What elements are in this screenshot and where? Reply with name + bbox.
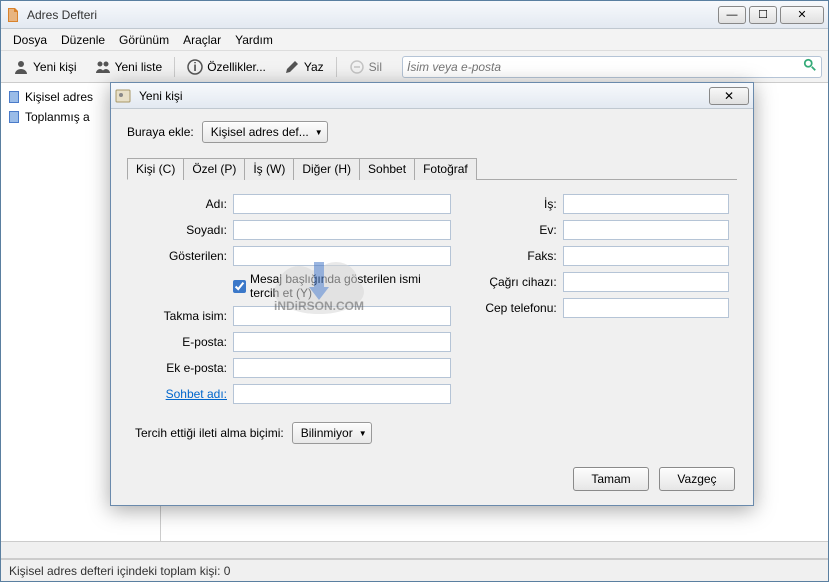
pager-field[interactable] bbox=[563, 272, 729, 292]
window-controls: — ☐ ✕ bbox=[718, 6, 824, 24]
svg-text:i: i bbox=[194, 60, 197, 74]
pager-label: Çağrı cihazı: bbox=[471, 275, 557, 289]
separator bbox=[174, 57, 175, 77]
sidebar-item-label: Toplanmış a bbox=[25, 110, 90, 124]
menu-view[interactable]: Görünüm bbox=[113, 31, 175, 49]
dialog-body: Buraya ekle: Kişisel adres def... ▼ Kişi… bbox=[111, 109, 753, 456]
person-icon bbox=[13, 59, 29, 75]
minimize-button[interactable]: — bbox=[718, 6, 746, 24]
new-list-label: Yeni liste bbox=[115, 60, 163, 74]
properties-label: Özellikler... bbox=[207, 60, 266, 74]
prefer-display-row: Mesaj başlığında gösterilen ismi tercih … bbox=[233, 272, 451, 300]
ok-button[interactable]: Tamam bbox=[573, 467, 649, 491]
status-text: Kişisel adres defteri içindeki toplam ki… bbox=[9, 564, 230, 578]
dialog-title: Yeni kişi bbox=[139, 89, 709, 103]
email-field[interactable] bbox=[233, 332, 451, 352]
delete-label: Sil bbox=[369, 60, 382, 74]
delete-button[interactable]: Sil bbox=[343, 57, 388, 77]
add-to-label: Buraya ekle: bbox=[127, 125, 194, 139]
separator bbox=[336, 57, 337, 77]
tab-private[interactable]: Özel (P) bbox=[183, 158, 245, 180]
statusbar: Kişisel adres defteri içindeki toplam ki… bbox=[1, 559, 828, 581]
add-to-dropdown[interactable]: Kişisel adres def... ▼ bbox=[202, 121, 328, 143]
left-column: Adı: Soyadı: Gösterilen: Mesaj başlığınd… bbox=[135, 194, 451, 404]
delete-icon bbox=[349, 59, 365, 75]
right-column: İş: Ev: Faks: Çağrı cihazı: Cep telefonu… bbox=[471, 194, 729, 404]
search-icon[interactable] bbox=[803, 58, 817, 75]
search-input[interactable] bbox=[407, 60, 803, 74]
pencil-icon bbox=[284, 59, 300, 75]
book-icon bbox=[7, 90, 21, 104]
search-box[interactable] bbox=[402, 56, 822, 78]
email-label: E-posta: bbox=[135, 335, 227, 349]
pane-divider[interactable] bbox=[1, 541, 828, 559]
tabs: Kişi (C) Özel (P) İş (W) Diğer (H) Sohbe… bbox=[127, 157, 737, 180]
app-icon bbox=[5, 7, 21, 23]
book-icon bbox=[7, 110, 21, 124]
menu-edit[interactable]: Düzenle bbox=[55, 31, 111, 49]
info-icon: i bbox=[187, 59, 203, 75]
prefer-display-checkbox[interactable] bbox=[233, 280, 246, 293]
new-list-button[interactable]: Yeni liste bbox=[89, 57, 169, 77]
mobile-field[interactable] bbox=[563, 298, 729, 318]
write-button[interactable]: Yaz bbox=[278, 57, 330, 77]
cancel-button[interactable]: Vazgeç bbox=[659, 467, 735, 491]
format-dropdown[interactable]: Bilinmiyor ▼ bbox=[292, 422, 372, 444]
first-name-field[interactable] bbox=[233, 194, 451, 214]
mobile-label: Cep telefonu: bbox=[471, 301, 557, 315]
fax-field[interactable] bbox=[563, 246, 729, 266]
menu-file[interactable]: Dosya bbox=[7, 31, 53, 49]
contact-icon bbox=[115, 88, 131, 104]
first-name-label: Adı: bbox=[135, 197, 227, 211]
tab-chat[interactable]: Sohbet bbox=[359, 158, 415, 180]
home-phone-label: Ev: bbox=[471, 223, 557, 237]
form-area: Adı: Soyadı: Gösterilen: Mesaj başlığınd… bbox=[127, 180, 737, 412]
menu-help[interactable]: Yardım bbox=[229, 31, 279, 49]
menubar: Dosya Düzenle Görünüm Araçlar Yardım bbox=[1, 29, 828, 51]
close-button[interactable]: ✕ bbox=[780, 6, 824, 24]
people-icon bbox=[95, 59, 111, 75]
dialog-buttons: Tamam Vazgeç bbox=[573, 467, 735, 491]
tab-contact[interactable]: Kişi (C) bbox=[127, 158, 184, 180]
nickname-label: Takma isim: bbox=[135, 309, 227, 323]
dialog-titlebar: Yeni kişi ✕ bbox=[111, 83, 753, 109]
work-phone-field[interactable] bbox=[563, 194, 729, 214]
last-name-label: Soyadı: bbox=[135, 223, 227, 237]
new-contact-dialog: Yeni kişi ✕ Buraya ekle: Kişisel adres d… bbox=[110, 82, 754, 506]
sidebar-item-label: Kişisel adres bbox=[25, 90, 93, 104]
format-row: Tercih ettiği ileti alma biçimi: Bilinmi… bbox=[135, 422, 737, 444]
toolbar: Yeni kişi Yeni liste i Özellikler... Yaz… bbox=[1, 51, 828, 83]
new-contact-label: Yeni kişi bbox=[33, 60, 77, 74]
tab-work[interactable]: İş (W) bbox=[244, 158, 294, 180]
new-contact-button[interactable]: Yeni kişi bbox=[7, 57, 83, 77]
main-titlebar: Adres Defteri — ☐ ✕ bbox=[1, 1, 828, 29]
format-value: Bilinmiyor bbox=[301, 426, 353, 440]
nickname-field[interactable] bbox=[233, 306, 451, 326]
chevron-down-icon: ▼ bbox=[359, 429, 367, 438]
work-phone-label: İş: bbox=[471, 197, 557, 211]
dialog-close-button[interactable]: ✕ bbox=[709, 87, 749, 105]
add-to-row: Buraya ekle: Kişisel adres def... ▼ bbox=[127, 121, 737, 143]
last-name-field[interactable] bbox=[233, 220, 451, 240]
chat-name-field[interactable] bbox=[233, 384, 451, 404]
fax-label: Faks: bbox=[471, 249, 557, 263]
format-label: Tercih ettiği ileti alma biçimi: bbox=[135, 426, 284, 440]
properties-button[interactable]: i Özellikler... bbox=[181, 57, 272, 77]
menu-tools[interactable]: Araçlar bbox=[177, 31, 227, 49]
email2-label: Ek e-posta: bbox=[135, 361, 227, 375]
prefer-display-label: Mesaj başlığında gösterilen ismi tercih … bbox=[250, 272, 451, 300]
home-phone-field[interactable] bbox=[563, 220, 729, 240]
write-label: Yaz bbox=[304, 60, 324, 74]
add-to-value: Kişisel adres def... bbox=[211, 125, 309, 139]
tab-other[interactable]: Diğer (H) bbox=[293, 158, 360, 180]
email2-field[interactable] bbox=[233, 358, 451, 378]
window-title: Adres Defteri bbox=[27, 8, 718, 22]
maximize-button[interactable]: ☐ bbox=[749, 6, 777, 24]
display-name-label: Gösterilen: bbox=[135, 249, 227, 263]
display-name-field[interactable] bbox=[233, 246, 451, 266]
chevron-down-icon: ▼ bbox=[315, 128, 323, 137]
tab-photo[interactable]: Fotoğraf bbox=[414, 158, 477, 180]
chat-name-label[interactable]: Sohbet adı: bbox=[135, 387, 227, 401]
